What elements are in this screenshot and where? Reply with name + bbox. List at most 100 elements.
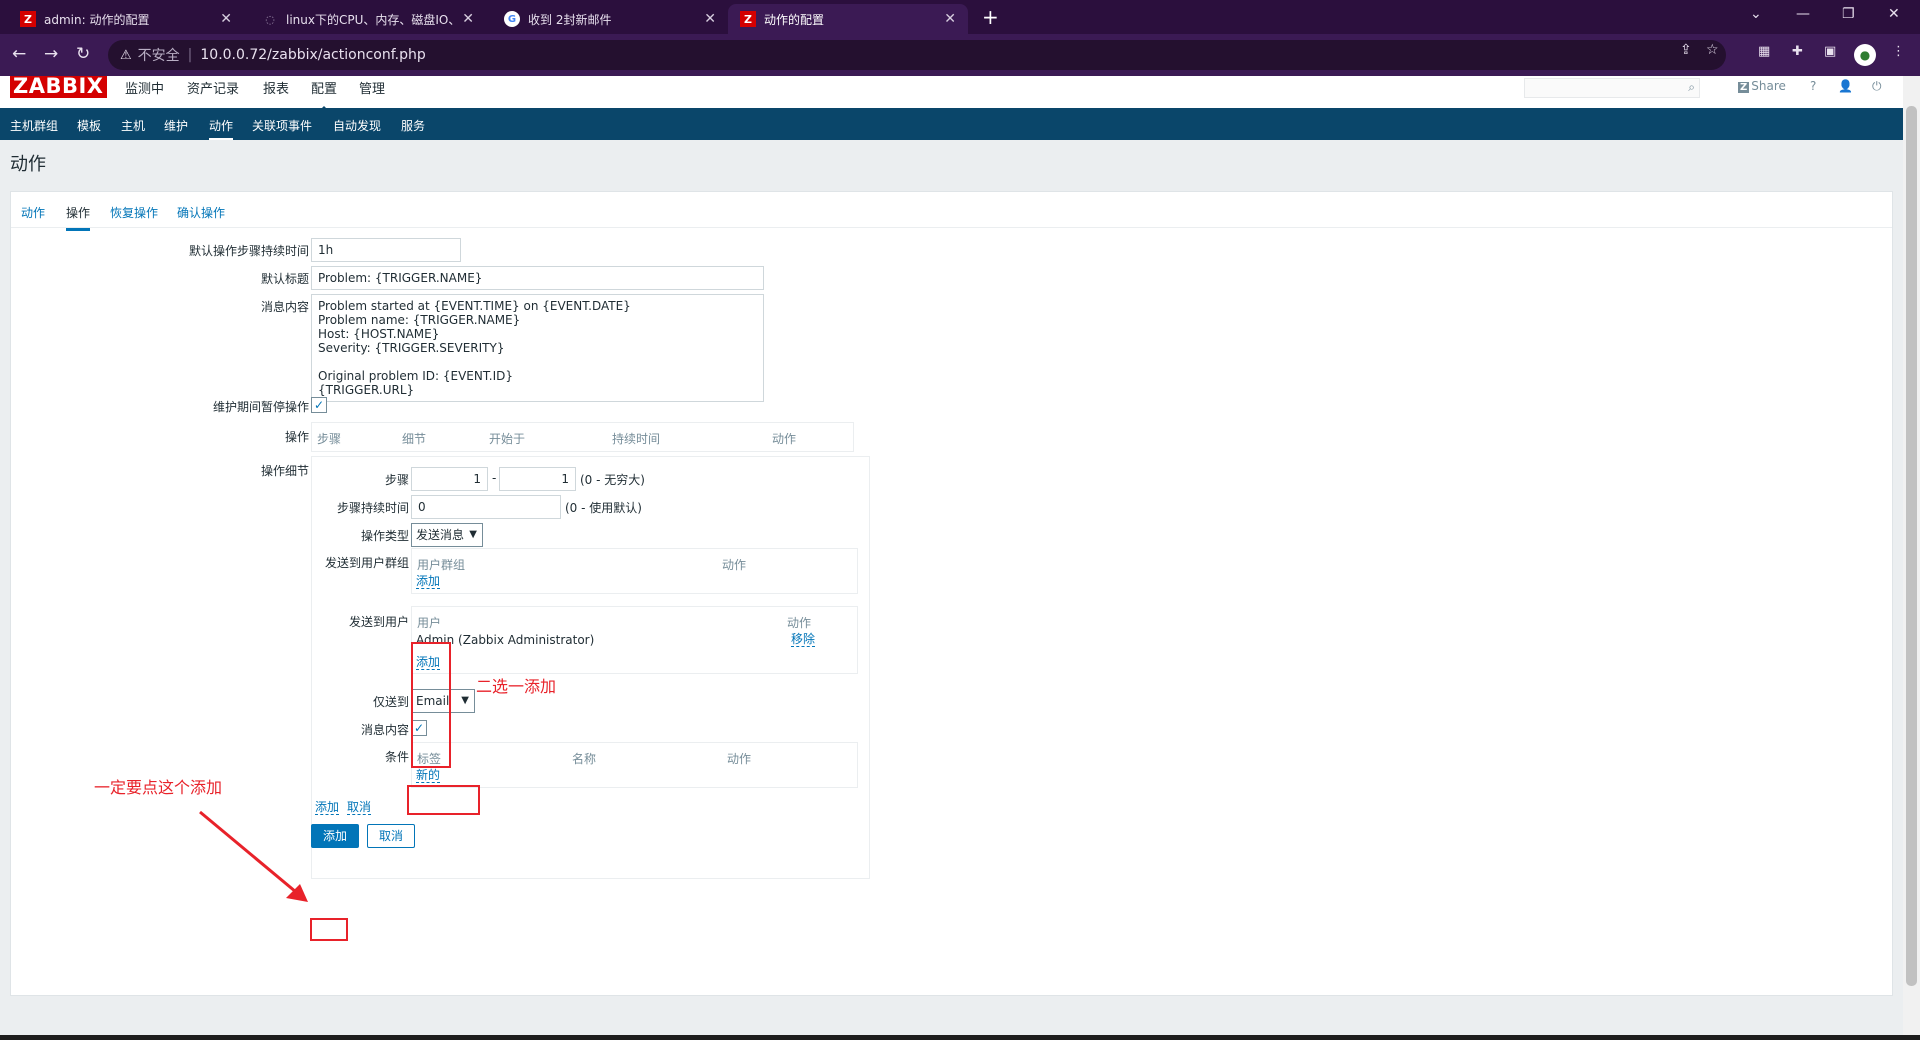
submit-cancel-button[interactable]: 取消 — [367, 824, 415, 848]
tab-search-icon[interactable]: ⌄ — [1750, 6, 1762, 22]
browser-tab-4[interactable]: Z 动作的配置 ✕ — [728, 4, 968, 34]
zabbix-icon: Z — [20, 11, 36, 27]
subnav-maintenance[interactable]: 维护 — [164, 117, 188, 134]
pause-maintenance-checkbox[interactable]: ✓ — [311, 397, 327, 413]
back-icon[interactable]: ← — [12, 44, 26, 64]
address-bar[interactable]: ⚠ 不安全 | 10.0.0.72/zabbix/actionconf.php — [108, 40, 1726, 70]
puzzle-icon[interactable]: ✚ — [1792, 44, 1803, 59]
zabbix-sub-nav: 主机群组 模板 主机 维护 动作 关联项事件 自动发现 服务 — [0, 108, 1903, 140]
col-group-action: 动作 — [722, 558, 747, 572]
browser-tabstrip: Z admin: 动作的配置 ✕ ◌ linux下的CPU、内存、磁盘IO、 ✕… — [0, 0, 1920, 34]
steps-hint: (0 - 无穷大) — [580, 473, 645, 487]
subnav-host-groups[interactable]: 主机群组 — [10, 117, 58, 134]
subnav-templates[interactable]: 模板 — [77, 117, 101, 134]
default-subject-label: 默认标题 — [260, 272, 309, 286]
browser-tab-1[interactable]: Z admin: 动作的配置 ✕ — [8, 4, 244, 34]
logout-icon[interactable]: ⏻ — [1872, 79, 1882, 94]
url-text: 10.0.0.72/zabbix/actionconf.php — [200, 47, 426, 63]
conditions-table: 标签 名称 动作 — [411, 742, 858, 788]
search-icon[interactable]: ⌕ — [1688, 80, 1695, 95]
subnav-actions[interactable]: 动作 — [209, 117, 234, 140]
minimize-icon[interactable]: — — [1796, 6, 1810, 22]
zabbix-top-nav: ZABBIX 监测中 资产记录 报表 配置 管理 ⌕ Z Share ? 👤 ⏻ — [0, 76, 1903, 112]
operation-type-select[interactable]: 发送消息 ▼ — [411, 523, 483, 547]
warning-icon: ⚠ — [120, 47, 132, 63]
reload-icon[interactable]: ↻ — [76, 44, 90, 64]
subnav-discovery[interactable]: 自动发现 — [333, 117, 381, 134]
zabbix-icon: Z — [740, 11, 756, 27]
default-message-label: 消息内容 — [260, 300, 309, 314]
step-duration-input[interactable]: 0 — [411, 495, 561, 519]
chevron-down-icon: ▼ — [461, 695, 469, 706]
user-groups-table: 用户群组 动作 — [411, 548, 858, 594]
more-menu-icon[interactable]: ⋮ — [1892, 44, 1905, 59]
menu-monitoring[interactable]: 监测中 — [125, 78, 164, 97]
chevron-down-icon: ▼ — [469, 529, 477, 540]
share-link[interactable]: Z Share — [1738, 79, 1786, 93]
tab-acknowledge-operations[interactable]: 确认操作 — [177, 204, 225, 221]
remove-user-link[interactable]: 移除 — [791, 633, 816, 647]
annotation-box-add-operation — [310, 918, 348, 941]
default-message-textarea[interactable]: Problem started at {EVENT.TIME} on {EVEN… — [311, 294, 764, 402]
default-subject-input[interactable]: Problem: {TRIGGER.NAME} — [311, 266, 764, 290]
extension-icon[interactable]: ▦ — [1758, 44, 1770, 59]
tab-operations[interactable]: 操作 — [66, 204, 91, 231]
close-icon[interactable]: ✕ — [462, 11, 474, 27]
col-step: 步骤 — [317, 432, 342, 446]
zabbix-share-icon: Z — [1738, 82, 1750, 93]
step-to-input[interactable]: 1 — [499, 467, 576, 491]
default-step-duration-label: 默认操作步骤持续时间 — [188, 244, 309, 258]
col-user-action: 动作 — [787, 616, 812, 630]
step-from-input[interactable]: 1 — [411, 467, 488, 491]
close-icon[interactable]: ✕ — [704, 11, 716, 27]
subnav-event-correlation[interactable]: 关联项事件 — [252, 117, 312, 134]
sidepanel-icon[interactable]: ▣ — [1824, 44, 1836, 59]
menu-reports[interactable]: 报表 — [263, 78, 289, 97]
restore-icon[interactable]: ❐ — [1842, 6, 1855, 22]
new-condition-link[interactable]: 新的 — [416, 769, 441, 783]
steps-label: 步骤 — [384, 473, 409, 487]
subnav-hosts[interactable]: 主机 — [121, 117, 145, 134]
pause-maintenance-label: 维护期间暂停操作 — [212, 400, 309, 414]
forward-icon[interactable]: → — [44, 44, 58, 64]
annotation-box-send-only — [407, 785, 480, 815]
close-icon[interactable]: ✕ — [944, 11, 956, 27]
user-profile-icon[interactable]: 👤 — [1838, 79, 1853, 93]
operation-details-label: 操作细节 — [260, 464, 309, 478]
page: ZABBIX 监测中 资产记录 报表 配置 管理 ⌕ Z Share ? 👤 ⏻ … — [0, 76, 1903, 1035]
close-window-icon[interactable]: ✕ — [1888, 6, 1900, 22]
close-icon[interactable]: ✕ — [220, 11, 232, 27]
step-duration-label: 步骤持续时间 — [336, 501, 409, 515]
annotation-box-add-links — [411, 642, 451, 768]
share-label: Share — [1751, 79, 1786, 93]
bookmark-star-icon[interactable]: ☆ — [1706, 42, 1719, 58]
cancel-operation-link[interactable]: 取消 — [347, 801, 372, 815]
default-step-duration-input[interactable]: 1h — [311, 238, 461, 262]
browser-tab-3[interactable]: G 收到 2封新邮件 ✕ — [492, 4, 728, 34]
taskbar-edge — [0, 1035, 1920, 1040]
browser-toolbar: ← → ↻ ⚠ 不安全 | 10.0.0.72/zabbix/actioncon… — [0, 34, 1920, 76]
tab-action[interactable]: 动作 — [21, 204, 45, 221]
global-search-input[interactable]: ⌕ — [1524, 78, 1700, 98]
operation-type-label: 操作类型 — [360, 529, 409, 543]
browser-tab-2[interactable]: ◌ linux下的CPU、内存、磁盘IO、 ✕ — [250, 4, 486, 34]
add-user-group-link[interactable]: 添加 — [416, 575, 441, 589]
menu-configuration[interactable]: 配置 — [311, 78, 337, 112]
menu-inventory[interactable]: 资产记录 — [187, 78, 239, 97]
page-scrollbar[interactable] — [1903, 76, 1920, 1035]
step-duration-hint: (0 - 使用默认) — [565, 501, 642, 515]
zabbix-logo[interactable]: ZABBIX — [10, 76, 107, 98]
tab-title: 收到 2封新邮件 — [528, 12, 612, 27]
subnav-services[interactable]: 服务 — [401, 117, 425, 134]
scrollbar-thumb[interactable] — [1906, 106, 1917, 986]
new-tab-button[interactable]: + — [982, 5, 999, 29]
profile-avatar[interactable]: ● — [1854, 44, 1876, 66]
tab-title: linux下的CPU、内存、磁盘IO、 — [286, 12, 455, 27]
menu-administration[interactable]: 管理 — [359, 78, 385, 97]
help-icon[interactable]: ? — [1810, 79, 1816, 93]
share-page-icon[interactable]: ⇪ — [1680, 42, 1692, 58]
send-to-users-label: 发送到用户 — [348, 615, 409, 629]
col-action: 动作 — [772, 432, 797, 446]
page-title: 动作 — [10, 154, 46, 175]
tab-recovery-operations[interactable]: 恢复操作 — [110, 204, 158, 221]
